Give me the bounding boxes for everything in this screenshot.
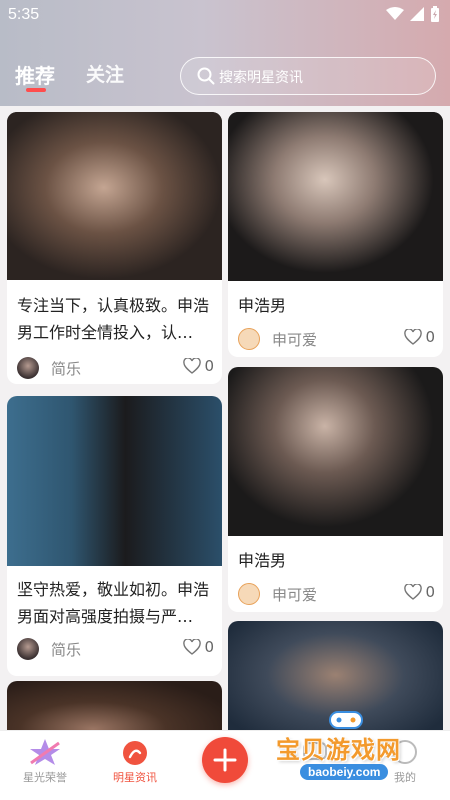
plus-icon [213, 748, 237, 772]
author-row: 申可爱 0 [238, 583, 435, 607]
status-time: 5:35 [8, 6, 40, 23]
tab-follow[interactable]: 关注 [86, 60, 124, 87]
nav-label: 星光荣誉 [23, 771, 67, 784]
like-button[interactable]: 0 [404, 583, 435, 601]
add-post-button[interactable] [202, 737, 248, 783]
heart-icon [183, 358, 202, 374]
card-photo[interactable] [7, 396, 222, 566]
avatar[interactable] [17, 638, 39, 660]
like-button[interactable]: 0 [183, 638, 214, 656]
like-count: 0 [204, 357, 214, 375]
card-photo[interactable] [7, 681, 222, 730]
card-title: 申浩男 [238, 551, 287, 570]
search-icon [197, 67, 215, 85]
status-bar: 5:35 [0, 0, 450, 32]
avatar[interactable] [238, 583, 260, 605]
nav-item-news[interactable]: 明星资讯 [90, 731, 180, 800]
author-row: 简乐 0 [17, 638, 214, 662]
news-icon [123, 741, 147, 765]
author-name[interactable]: 申可爱 [272, 329, 317, 350]
watermark-url: baobeiy.com [300, 764, 389, 780]
feed[interactable]: 专注当下，认真极致。申浩男工作时全情投入，认… 简乐 0 坚守热爱，敬业如初。申… [0, 106, 450, 730]
heart-icon [404, 584, 423, 600]
watermark: 宝贝游戏网 baobeiy.com [270, 706, 440, 796]
like-button[interactable]: 0 [183, 357, 214, 375]
wifi-icon [386, 7, 404, 20]
author-row: 简乐 0 [17, 357, 214, 381]
like-count: 0 [425, 328, 435, 346]
star-icon [30, 739, 60, 765]
search-input[interactable]: 搜索明星资讯 [180, 57, 436, 95]
tab-recommend[interactable]: 推荐 [15, 60, 55, 89]
search-placeholder: 搜索明星资讯 [219, 70, 303, 86]
signal-icon [410, 7, 424, 21]
feed-card[interactable]: 申浩男 申可爱 0 [228, 367, 443, 612]
card-photo[interactable] [7, 112, 222, 280]
watermark-text: 宝贝游戏网 [276, 736, 401, 764]
gamepad-icon [329, 711, 363, 729]
battery-icon [431, 6, 439, 22]
status-icons [386, 6, 440, 22]
like-button[interactable]: 0 [404, 328, 435, 346]
avatar[interactable] [17, 357, 39, 379]
nav-item-star[interactable]: 星光荣誉 [0, 731, 90, 800]
avatar[interactable] [238, 328, 260, 350]
author-row: 申可爱 0 [238, 328, 435, 352]
card-title: 专注当下，认真极致。申浩男工作时全情投入，认… [17, 296, 210, 342]
author-name[interactable]: 申可爱 [272, 584, 317, 605]
author-name[interactable]: 简乐 [51, 639, 81, 660]
like-count: 0 [425, 583, 435, 601]
feed-card[interactable] [7, 681, 222, 730]
card-title: 申浩男 [238, 296, 287, 315]
feed-card[interactable]: 坚守热爱，敬业如初。申浩男面对高强度拍摄与严… 简乐 0 [7, 396, 222, 676]
feed-card[interactable]: 申浩男 申可爱 0 [228, 112, 443, 357]
heart-icon [404, 329, 423, 345]
like-count: 0 [204, 638, 214, 656]
card-title: 坚守热爱，敬业如初。申浩男面对高强度拍摄与严… [17, 580, 210, 626]
nav-label: 明星资讯 [113, 771, 157, 784]
author-name[interactable]: 简乐 [51, 358, 81, 379]
top-header: 5:35 推荐 关注 搜索明星资讯 [0, 0, 450, 106]
heart-icon [183, 639, 202, 655]
feed-card[interactable]: 专注当下，认真极致。申浩男工作时全情投入，认… 简乐 0 [7, 112, 222, 384]
card-photo[interactable] [228, 367, 443, 536]
tab-indicator [26, 88, 46, 92]
card-photo[interactable] [228, 112, 443, 281]
